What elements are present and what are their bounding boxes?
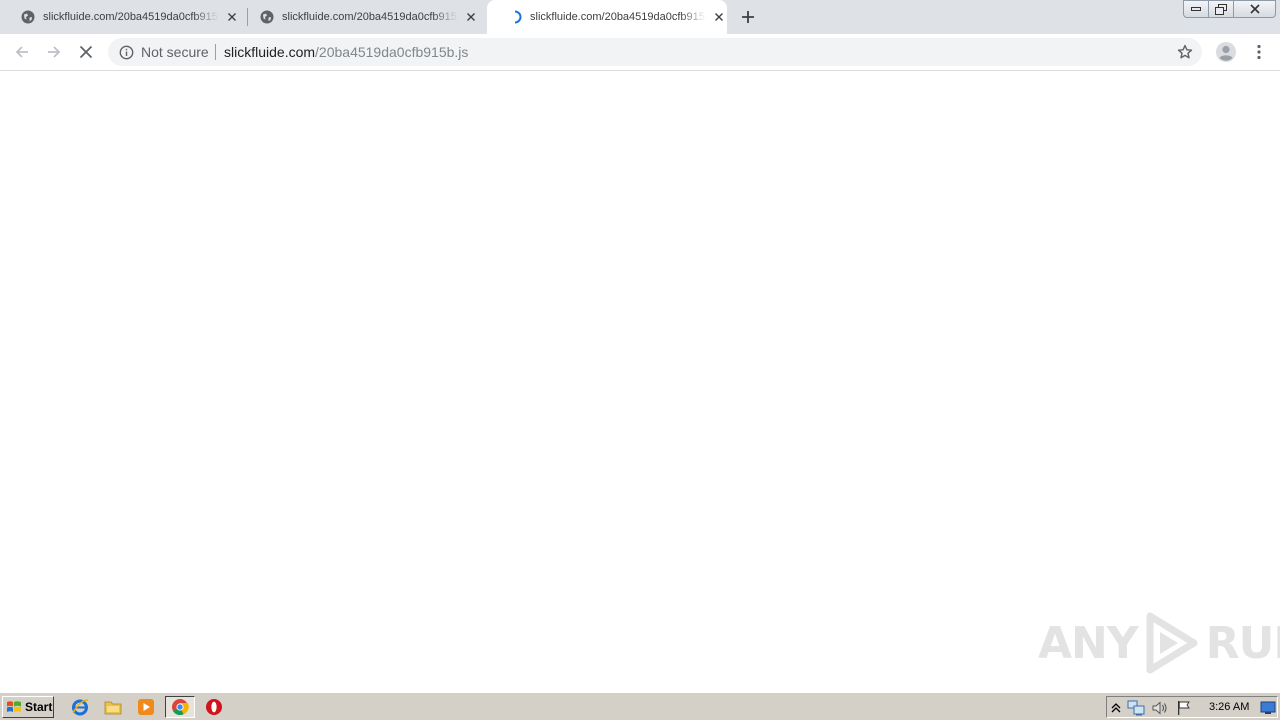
restore-icon [1215,3,1227,15]
start-button[interactable]: Start [2,696,54,718]
stop-icon [79,45,93,59]
url-host: slickfluide.com [224,44,316,60]
arrow-right-icon [48,46,61,58]
chrome-icon[interactable] [165,696,195,718]
media-player-icon[interactable] [135,697,157,717]
plus-icon [742,11,754,23]
window-close-button[interactable] [1233,0,1276,18]
back-button[interactable] [8,38,36,66]
tab-title: slickfluide.com/20ba4519da0cfb915b.js [530,11,706,23]
windows-logo-icon [7,701,21,712]
stop-button[interactable] [72,38,100,66]
action-center-flag-icon[interactable] [1175,699,1193,717]
play-logo-icon [1146,612,1198,674]
star-icon[interactable] [1176,43,1194,61]
close-icon[interactable] [224,9,240,25]
network-icon[interactable] [1127,699,1145,717]
address-bar[interactable]: Not secure slickfluide.com/20ba4519da0cf… [108,38,1202,66]
clock[interactable]: 3:26 AM [1209,701,1249,713]
tab-strip: slickfluide.com/20ba4519da0cfb915b.js sl… [0,0,1280,34]
volume-icon[interactable] [1151,699,1169,717]
forward-button[interactable] [40,38,68,66]
close-icon[interactable] [711,9,727,25]
tab-title: slickfluide.com/20ba4519da0cfb915b.js [43,11,219,23]
url-text[interactable]: slickfluide.com/20ba4519da0cfb915b.js [224,44,468,60]
loading-spinner-icon [507,9,523,25]
taskbar: Start 3:26 AM [0,692,1280,720]
screen: slickfluide.com/20ba4519da0cfb915b.js sl… [0,0,1280,720]
omnibox-divider [215,44,216,60]
internet-explorer-icon[interactable] [69,697,91,717]
opera-icon[interactable] [203,697,225,717]
globe-icon [259,9,275,25]
url-path: /20ba4519da0cfb915b.js [315,44,469,60]
info-icon[interactable] [118,44,134,60]
page-content: ANY RUN [0,72,1280,692]
folder-icon[interactable] [102,697,124,717]
browser-toolbar: Not secure slickfluide.com/20ba4519da0cf… [0,34,1280,71]
menu-button[interactable] [1245,38,1273,66]
arrow-left-icon [15,46,28,58]
watermark: ANY RUN [1038,610,1280,676]
new-tab-button[interactable] [737,6,759,28]
profile-button[interactable] [1212,38,1240,66]
tab-2[interactable]: slickfluide.com/20ba4519da0cfb915b.js [239,0,479,34]
show-hidden-icons[interactable] [1107,699,1125,717]
restore-button[interactable] [1208,0,1234,18]
watermark-right-text: RUN [1205,617,1280,669]
minimize-button[interactable] [1183,0,1209,18]
avatar-icon [1216,42,1236,62]
watermark-left-text: ANY [1038,617,1139,669]
close-icon [1249,4,1260,14]
globe-icon [20,9,36,25]
tab-1[interactable]: slickfluide.com/20ba4519da0cfb915b.js [0,0,240,34]
system-tray: 3:26 AM [1106,696,1278,718]
tab-title: slickfluide.com/20ba4519da0cfb915b.js [282,11,458,23]
kebab-menu-icon [1257,44,1261,60]
close-icon[interactable] [463,9,479,25]
tab-3-active[interactable]: slickfluide.com/20ba4519da0cfb915b.js [487,0,727,34]
start-label: Start [25,700,53,714]
show-desktop-icon[interactable] [1259,699,1277,717]
minimize-icon [1191,7,1201,11]
security-label: Not secure [141,44,209,60]
